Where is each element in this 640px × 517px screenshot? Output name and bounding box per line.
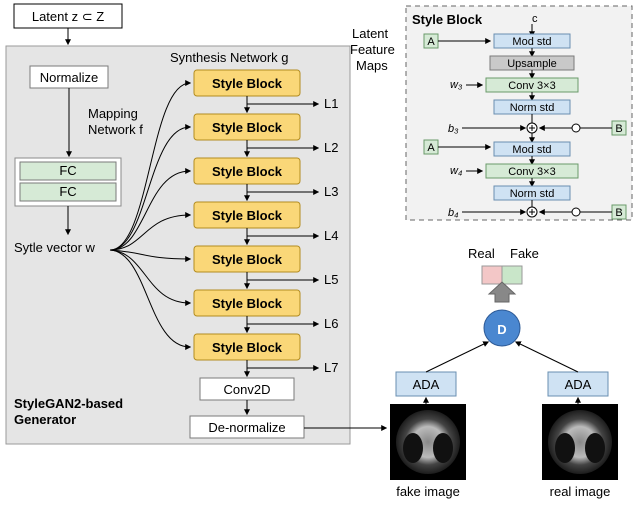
w4-label: w₄ bbox=[450, 165, 462, 177]
b3-label: b₃ bbox=[448, 123, 459, 135]
generator-label-l2: Generator bbox=[14, 412, 76, 427]
denorm-label: De-normalize bbox=[208, 420, 285, 435]
fc1-label: FC bbox=[59, 163, 76, 178]
latent-maps-label-l2: Feature bbox=[350, 42, 395, 57]
L4-label: L4 bbox=[324, 228, 338, 243]
style-block-5: Style Block bbox=[194, 246, 300, 272]
style-block-label: Style Block bbox=[212, 208, 283, 223]
diagram-root: Latent z ⊂ Z Normalize Mapping Network f… bbox=[0, 0, 640, 517]
mod2-label: Mod std bbox=[512, 144, 551, 156]
fake-swatch bbox=[502, 266, 522, 284]
conv2d-label: Conv2D bbox=[224, 382, 271, 397]
L6-label: L6 bbox=[324, 316, 338, 331]
latent-maps-label-l3: Maps bbox=[356, 58, 388, 73]
norm2-label: Norm std bbox=[510, 188, 555, 200]
fake-image-label: fake image bbox=[396, 484, 460, 499]
ada2-label: ADA bbox=[565, 377, 592, 392]
L2-label: L2 bbox=[324, 140, 338, 155]
style-B1-label: B bbox=[615, 123, 622, 135]
style-block-label: Style Block bbox=[212, 340, 283, 355]
synthesis-network-label: Synthesis Network g bbox=[170, 50, 289, 65]
style-B2-label: B bbox=[615, 207, 622, 219]
L1-label: L1 bbox=[324, 96, 338, 111]
generator-label-l1: StyleGAN2-based bbox=[14, 396, 123, 411]
style-block-label: Style Block bbox=[212, 120, 283, 135]
conv1-label: Conv 3×3 bbox=[508, 80, 555, 92]
up-arrow-icon bbox=[489, 282, 515, 302]
discriminator-label: D bbox=[497, 322, 506, 337]
fake-image bbox=[390, 404, 466, 480]
style-block-label: Style Block bbox=[212, 164, 283, 179]
style-block-1: Style Block bbox=[194, 70, 300, 96]
real-swatch bbox=[482, 266, 502, 284]
b4-label: b₄ bbox=[448, 207, 459, 219]
style-A1-label: A bbox=[427, 36, 435, 48]
style-A2-label: A bbox=[427, 142, 435, 154]
L3-label: L3 bbox=[324, 184, 338, 199]
mapping-network-label-l1: Mapping bbox=[88, 106, 138, 121]
latent-z-label: Latent z ⊂ Z bbox=[32, 9, 104, 24]
style-block-detail-c: c bbox=[532, 13, 538, 25]
real-label: Real bbox=[468, 246, 495, 261]
ada1-label: ADA bbox=[413, 377, 440, 392]
conv2-label: Conv 3×3 bbox=[508, 166, 555, 178]
fc2-label: FC bbox=[59, 184, 76, 199]
normalize-label: Normalize bbox=[40, 70, 99, 85]
style-vector-label: Sytle vector w bbox=[14, 240, 96, 255]
style-block-label: Style Block bbox=[212, 76, 283, 91]
fake-label: Fake bbox=[510, 246, 539, 261]
style-block-3: Style Block bbox=[194, 158, 300, 184]
L5-label: L5 bbox=[324, 272, 338, 287]
upsample-label: Upsample bbox=[507, 58, 557, 70]
norm1-label: Norm std bbox=[510, 102, 555, 114]
latent-maps-label-l1: Latent bbox=[352, 26, 389, 41]
mod1-label: Mod std bbox=[512, 36, 551, 48]
L7-label: L7 bbox=[324, 360, 338, 375]
style-block-detail-title: Style Block bbox=[412, 12, 483, 27]
style-block-4: Style Block bbox=[194, 202, 300, 228]
style-block-label: Style Block bbox=[212, 252, 283, 267]
w3-label: w₃ bbox=[450, 79, 463, 91]
style-block-2: Style Block bbox=[194, 114, 300, 140]
real-image bbox=[542, 404, 618, 480]
mapping-network-label-l2: Network f bbox=[88, 122, 143, 137]
style-block-7: Style Block bbox=[194, 334, 300, 360]
style-block-label: Style Block bbox=[212, 296, 283, 311]
real-image-label: real image bbox=[550, 484, 611, 499]
style-block-6: Style Block bbox=[194, 290, 300, 316]
